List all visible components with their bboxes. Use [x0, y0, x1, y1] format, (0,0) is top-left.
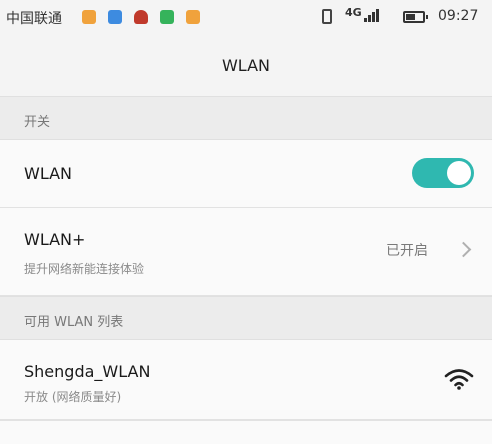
section-header-available: 可用 WLAN 列表 — [0, 296, 492, 340]
section-header-switch: 开关 — [0, 96, 492, 140]
app-orange-icon — [82, 10, 96, 24]
app-red-icon — [134, 10, 148, 24]
status-bar: 中国联通 4G 09:27 — [0, 0, 492, 34]
network-detail: 开放 (网络质量好) — [24, 390, 122, 404]
battery-icon — [403, 11, 428, 23]
signal-icon — [364, 9, 379, 22]
toggle-knob — [447, 161, 471, 185]
wlan-plus-label: WLAN+ — [24, 230, 86, 249]
app-yellow-icon — [186, 10, 200, 24]
carrier-name: 中国联通 — [6, 11, 62, 27]
wifi-signal-icon — [444, 369, 474, 390]
wlan-plus-description: 提升网络新能连接体验 — [24, 262, 145, 276]
section-header-label: 开关 — [24, 115, 51, 130]
wlan-plus-row[interactable]: WLAN+ 提升网络新能连接体验 已开启 — [0, 208, 492, 296]
network-list-item[interactable]: Shengda_WLAN 开放 (网络质量好) — [0, 340, 492, 420]
title-bar: WLAN — [0, 34, 492, 96]
wlan-toggle-row[interactable]: WLAN — [0, 140, 492, 208]
wlan-plus-status: 已开启 — [386, 243, 428, 259]
wlan-label: WLAN — [24, 164, 73, 183]
app-blue-icon — [108, 10, 122, 24]
vibrate-icon — [322, 9, 332, 24]
chevron-right-icon — [455, 241, 472, 258]
page-title: WLAN — [221, 56, 270, 75]
section-header-label: 可用 WLAN 列表 — [24, 315, 124, 330]
app-green-icon — [160, 10, 174, 24]
clock: 09:27 — [438, 8, 479, 24]
network-type: 4G — [345, 6, 362, 19]
list-item — [0, 420, 492, 444]
battery-level — [406, 14, 415, 20]
network-ssid: Shengda_WLAN — [24, 362, 151, 381]
wlan-toggle-switch[interactable] — [412, 158, 474, 188]
